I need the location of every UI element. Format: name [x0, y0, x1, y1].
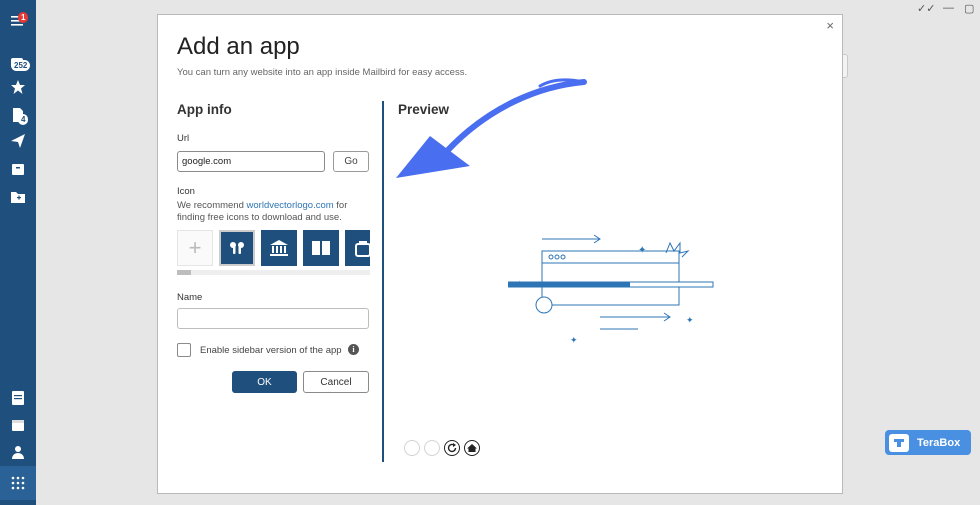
terabox-logo-icon [889, 433, 909, 452]
dialog-subtitle: You can turn any website into an app ins… [177, 67, 468, 78]
home-icon [467, 444, 477, 452]
sidebar-item-starred[interactable] [0, 74, 36, 100]
svg-text:✦: ✦ [686, 316, 694, 326]
sidebar-item-inbox[interactable]: 252 [0, 50, 36, 76]
refresh-icon [447, 443, 457, 453]
svg-text:✦: ✦ [570, 336, 578, 345]
section-divider [382, 101, 384, 462]
go-button[interactable]: Go [333, 151, 369, 172]
icon-recommendation: We recommend worldvectorlogo.com for fin… [177, 200, 352, 223]
scrollbar-thumb[interactable] [177, 270, 191, 275]
folder-add-icon [11, 192, 25, 203]
notes-icon [12, 391, 24, 405]
icon-picker: + [177, 230, 370, 268]
app-info-heading: App info [177, 102, 232, 117]
sidebar-item-contacts[interactable] [0, 439, 36, 465]
refresh-button[interactable] [444, 440, 460, 456]
recommend-prefix: We recommend [177, 200, 244, 211]
name-label: Name [177, 292, 203, 303]
worldvectorlogo-link[interactable]: worldvectorlogo.com [247, 200, 334, 211]
icon-option-airpods[interactable] [219, 230, 255, 266]
dialog-title: Add an app [177, 33, 300, 60]
sidebar-item-drafts[interactable]: 4 [0, 102, 36, 128]
person-icon [12, 446, 24, 459]
home-button[interactable] [464, 440, 480, 456]
plus-icon: + [188, 235, 202, 260]
icon-label: Icon [177, 186, 195, 197]
calendar-icon [12, 420, 24, 431]
sidebar-item-apps[interactable] [0, 466, 36, 500]
svg-text:✦: ✦ [516, 280, 524, 290]
bank-icon [270, 240, 288, 256]
url-input[interactable] [177, 151, 325, 172]
name-input[interactable] [177, 308, 369, 329]
app-sidebar: 1 252 4 [0, 0, 36, 505]
add-icon-button[interactable]: + [177, 230, 213, 266]
icon-option-book[interactable] [303, 230, 339, 266]
airpods-icon [230, 242, 244, 254]
sidebar-item-add-folder[interactable] [0, 184, 36, 210]
close-icon[interactable]: × [826, 18, 834, 33]
inbox-badge: 252 [11, 60, 31, 71]
book-icon [312, 241, 330, 255]
cancel-button[interactable]: Cancel [303, 371, 369, 393]
minimize-button[interactable]: — [943, 2, 954, 14]
svg-text:✦: ✦ [638, 245, 646, 256]
icon-option-bag[interactable] [345, 230, 370, 266]
info-icon[interactable]: i [348, 344, 359, 355]
ok-button[interactable]: OK [232, 371, 297, 393]
icon-picker-scrollbar[interactable] [177, 270, 370, 275]
send-icon [11, 134, 25, 148]
forward-button[interactable] [424, 440, 440, 456]
terabox-widget[interactable]: TeraBox [885, 430, 971, 455]
bag-icon [355, 241, 370, 257]
sidebar-item-calendar[interactable] [0, 412, 36, 438]
archive-icon [12, 164, 24, 175]
drafts-badge: 4 [18, 114, 29, 125]
sidebar-version-label: Enable sidebar version of the app [200, 345, 342, 356]
apps-grid-icon [11, 476, 25, 490]
menu-button[interactable]: 1 [0, 8, 36, 34]
icon-option-bank[interactable] [261, 230, 297, 266]
preview-nav-controls [404, 440, 480, 456]
read-all-icon[interactable]: ✓✓ [917, 2, 935, 15]
add-app-dialog: × Add an app You can turn any website in… [157, 14, 843, 494]
sidebar-version-checkbox[interactable] [177, 343, 191, 357]
sidebar-item-sent[interactable] [0, 128, 36, 154]
sidebar-item-archive[interactable] [0, 156, 36, 182]
back-button[interactable] [404, 440, 420, 456]
preview-heading: Preview [398, 102, 450, 117]
terabox-label: TeraBox [917, 436, 961, 449]
sidebar-item-notes[interactable] [0, 385, 36, 411]
menu-badge: 1 [18, 12, 29, 23]
maximize-button[interactable]: ▢ [964, 2, 974, 15]
preview-placeholder-illustration: ✦ ✦ ✦ ✦ [508, 234, 714, 345]
star-icon [11, 80, 25, 94]
url-label: Url [177, 133, 190, 144]
